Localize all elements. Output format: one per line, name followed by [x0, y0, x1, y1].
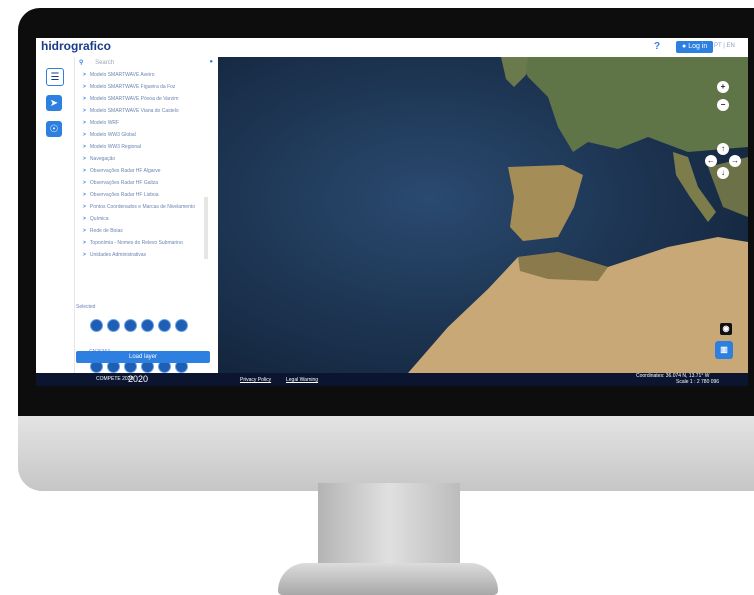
chevron-right-icon: >	[83, 108, 86, 114]
login-button[interactable]: ● Log in	[676, 41, 714, 53]
chevron-right-icon: >	[83, 156, 86, 162]
brand-logo[interactable]: hidrografico	[41, 39, 111, 53]
compass-icon[interactable]: ☉	[46, 121, 62, 137]
list-item[interactable]: > Observações Radar HF Algarve	[83, 168, 161, 174]
chevron-right-icon: >	[83, 72, 86, 78]
zoom-out-icon[interactable]: −	[717, 99, 729, 111]
wrench-icon[interactable]	[90, 319, 103, 332]
chevron-right-icon: >	[83, 228, 86, 234]
chevron-right-icon: >	[83, 204, 86, 210]
move-icon[interactable]	[107, 319, 120, 332]
scale-readout: Scale 1 : 2 780 096	[676, 379, 720, 385]
pan-down-icon[interactable]: ↓	[717, 167, 729, 179]
list-item[interactable]: > Navegação	[83, 156, 115, 162]
list-item[interactable]: > Modelo WW3 Regional	[83, 144, 141, 150]
list-item[interactable]: > Rede de Boias	[83, 228, 123, 234]
info-icon[interactable]	[124, 319, 137, 332]
tool-strip: ☰ ➤ ☉	[36, 57, 74, 373]
pan-up-icon[interactable]: ↑	[717, 143, 729, 155]
list-item[interactable]: > Modelo WW3 Global	[83, 132, 136, 138]
pan-left-icon[interactable]: ←	[705, 155, 717, 167]
camera-icon[interactable]: ◉	[720, 323, 732, 335]
chevron-right-icon: >	[83, 168, 86, 174]
search-icon: ⚲	[79, 60, 84, 66]
chevron-right-icon: >	[83, 120, 86, 126]
visibility-icon[interactable]	[158, 319, 171, 332]
help-button[interactable]: ?	[654, 41, 660, 52]
legal-warning-link[interactable]: Legal Warning	[286, 377, 318, 383]
list-item[interactable]: > Modelo WRF	[83, 120, 119, 126]
login-label: Log in	[688, 43, 708, 50]
monitor-neck	[318, 483, 460, 567]
portugal-2020-logo: 2020	[128, 374, 149, 384]
chevron-right-icon: >	[83, 96, 86, 102]
privacy-policy-link[interactable]: Privacy Policy	[240, 377, 271, 383]
chevron-right-icon: >	[83, 216, 86, 222]
search-input[interactable]: ⚲ Search ●	[79, 59, 215, 71]
top-bar: hidrografico ? ● Log in PT | EN	[36, 38, 748, 57]
download-icon[interactable]	[141, 319, 154, 332]
satellite-map	[218, 57, 748, 373]
chevron-right-icon: >	[83, 240, 86, 246]
list-item[interactable]: > Modelo SMARTWAVE Figueira da Foz	[83, 84, 175, 90]
list-item[interactable]: > Química	[83, 216, 109, 222]
list-item[interactable]: > Modelo SMARTWAVE Viana do Castelo	[83, 108, 179, 114]
zoom-in-icon[interactable]: +	[717, 81, 729, 93]
screen: hidrografico ? ● Log in PT | EN ☰ ➤ ☉ ⚲ …	[36, 38, 748, 386]
chevron-right-icon: >	[83, 144, 86, 150]
layer-list-scrollbar[interactable]	[204, 197, 208, 259]
cursor-icon[interactable]: ➤	[46, 95, 62, 111]
list-item[interactable]: > Unidades Administrativas	[83, 252, 146, 258]
chevron-right-icon: >	[83, 180, 86, 186]
list-item[interactable]: > Observações Radar HF Lisboa	[83, 192, 159, 198]
user-icon: ●	[682, 43, 687, 50]
chevron-right-icon: >	[83, 84, 86, 90]
chevron-right-icon: >	[83, 132, 86, 138]
map-view[interactable]: + − ↑ ← → ↓ ◉ ▥	[218, 57, 748, 373]
list-item[interactable]: > Pontos Coordenados e Marcas de Nivelame…	[83, 204, 195, 210]
footer-bar: COMPETE 2020 2020 Privacy Policy Legal W…	[36, 373, 748, 386]
chevron-right-icon: >	[83, 252, 86, 258]
search-placeholder: Search	[95, 60, 115, 66]
delete-icon[interactable]	[175, 319, 188, 332]
monitor-chin	[18, 416, 754, 491]
selected-toolbar	[90, 319, 188, 332]
selected-label: Selected	[76, 304, 96, 310]
load-layer-button[interactable]: Load layer	[76, 351, 210, 363]
list-item[interactable]: > Modelo SMARTWAVE Póvoa de Varzim	[83, 96, 178, 102]
monitor-foot	[278, 563, 498, 595]
settings-icon[interactable]: ●	[209, 59, 213, 65]
language-switch[interactable]: PT | EN	[714, 43, 735, 49]
layers-icon[interactable]: ☰	[46, 68, 64, 86]
list-item[interactable]: > Toponímia - Nomes do Relevo Submarino	[83, 240, 183, 246]
list-item[interactable]: > Modelo SMARTWAVE Aveiro	[83, 72, 154, 78]
list-item[interactable]: > Observações Radar HF Galiza	[83, 180, 158, 186]
pan-right-icon[interactable]: →	[729, 155, 741, 167]
chevron-right-icon: >	[83, 192, 86, 198]
map-icon[interactable]: ▥	[715, 341, 733, 359]
